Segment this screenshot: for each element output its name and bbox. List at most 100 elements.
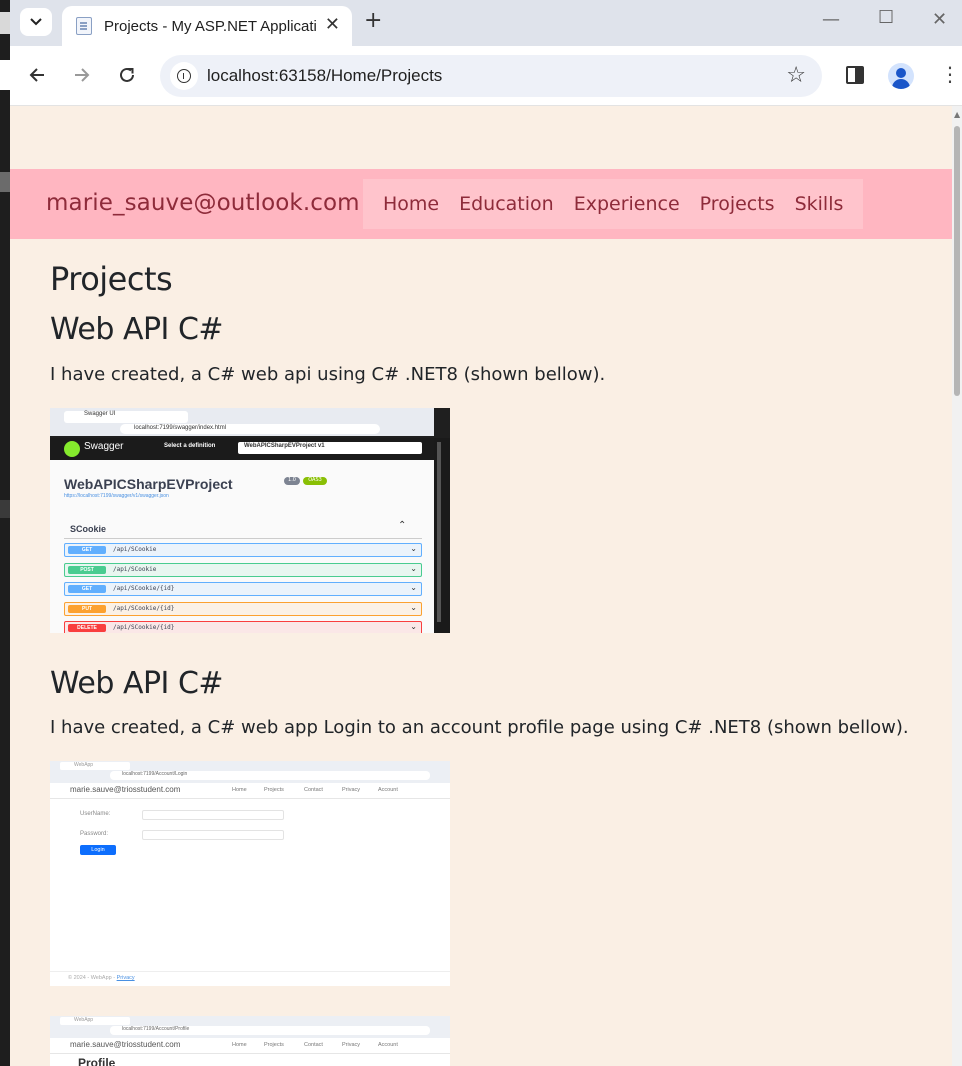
screenshot-nav-link: Privacy xyxy=(342,787,361,793)
http-method-badge: DELETE xyxy=(68,624,106,632)
http-method-badge: GET xyxy=(68,585,106,593)
bookmark-star-icon[interactable]: ☆ xyxy=(786,63,806,88)
nav-link-home[interactable]: Home xyxy=(383,193,439,215)
profile-avatar-icon[interactable] xyxy=(888,63,914,89)
back-icon[interactable] xyxy=(28,66,46,84)
swagger-header: Swagger Select a definition WebAPICSharp… xyxy=(50,438,434,460)
swagger-operation-row: POST/api/SCookie ⌄ xyxy=(64,562,422,577)
screenshot-footer: © 2024 - WebApp - Privacy xyxy=(50,971,450,986)
site-info-icon[interactable] xyxy=(170,62,198,90)
nav-links: Home Education Experience Projects Skill… xyxy=(363,179,864,229)
screenshot-nav-link: Contact xyxy=(304,787,323,793)
profile-title: Profile xyxy=(78,1056,116,1066)
scrollbar-thumb[interactable] xyxy=(954,126,960,396)
http-method-badge: POST xyxy=(68,565,106,574)
screenshot-browser-bar: WebApp localhost:7199/Account/Profile xyxy=(50,1016,450,1038)
chevron-up-icon: ⌃ xyxy=(398,520,407,531)
chevron-down-icon: ⌄ xyxy=(410,602,417,612)
oas-badge: OAS3 xyxy=(303,477,327,485)
address-url[interactable]: localhost:63158/Home/Projects xyxy=(207,66,442,86)
background-app-strip xyxy=(0,0,10,1066)
screenshot-nav-link: Account xyxy=(378,787,398,793)
address-bar[interactable]: localhost:63158/Home/Projects ☆ xyxy=(160,55,822,97)
password-label: Password: xyxy=(80,831,109,837)
chevron-down-icon: ⌄ xyxy=(410,583,417,592)
browser-window: Projects - My ASP.NET Application ✕ + — … xyxy=(10,0,962,1066)
background-app-fragment xyxy=(0,172,10,192)
definition-select: WebAPICSharpEVProject v1 xyxy=(244,443,325,449)
page-favicon xyxy=(76,17,92,35)
site-navbar: marie_sauve@outlook.com Home Education E… xyxy=(10,169,952,239)
swagger-operation-row: GET/api/SCookie ⌄ xyxy=(64,543,422,557)
project-heading: Web API C# xyxy=(50,666,224,701)
screenshot-brand: marie.sauve@triosstudent.com xyxy=(70,1040,181,1049)
login-screenshot: WebApp localhost:7199/Account/Login mari… xyxy=(50,761,450,986)
screenshot-tab-title: WebApp xyxy=(60,1017,130,1025)
screenshot-nav-link: Privacy xyxy=(342,1042,361,1048)
swagger-screenshot: Swagger UI localhost:7199/swagger/index.… xyxy=(50,408,450,633)
swagger-logo-icon xyxy=(64,441,80,457)
screenshot-nav-link: Projects xyxy=(264,787,284,793)
new-tab-icon[interactable]: + xyxy=(364,10,382,32)
page-scrollbar[interactable]: ▲ xyxy=(952,106,962,1066)
tab-strip: Projects - My ASP.NET Application ✕ + — … xyxy=(10,0,962,46)
forward-icon[interactable] xyxy=(73,66,91,84)
http-method-badge: PUT xyxy=(68,604,106,613)
project-description: I have created, a C# web app Login to an… xyxy=(50,717,909,738)
menu-kebab-icon[interactable]: ⋮ xyxy=(940,64,960,84)
screenshot-url: localhost:7199/Account/Profile xyxy=(122,1026,190,1032)
page-viewport: marie_sauve@outlook.com Home Education E… xyxy=(10,106,952,1066)
definition-label: Select a definition xyxy=(164,443,216,449)
username-field xyxy=(142,810,284,820)
screenshot-url: localhost:7199/Account/Login xyxy=(122,771,188,777)
tab-title: Projects - My ASP.NET Application xyxy=(104,17,316,35)
http-method-badge: GET xyxy=(68,546,106,554)
background-app-fragment xyxy=(0,12,10,34)
tag-name: SCookie xyxy=(70,524,107,534)
chevron-down-icon: ⌄ xyxy=(410,622,417,631)
nav-link-experience[interactable]: Experience xyxy=(574,193,680,215)
chevron-down-icon: ⌄ xyxy=(410,563,417,573)
username-label: UserName: xyxy=(80,811,111,817)
active-tab[interactable]: Projects - My ASP.NET Application ✕ xyxy=(62,6,352,46)
api-title: WebAPICSharpEVProject xyxy=(64,476,233,492)
scroll-up-icon[interactable]: ▲ xyxy=(954,110,960,119)
screenshot-tab-title: Swagger UI xyxy=(84,411,116,417)
spec-link: https://localhost:7199/swagger/v1/swagge… xyxy=(64,493,169,499)
nav-link-skills[interactable]: Skills xyxy=(795,193,844,215)
project-description: I have created, a C# web api using C# .N… xyxy=(50,364,606,385)
screenshot-browser-bar: WebApp localhost:7199/Account/Login xyxy=(50,761,450,783)
password-field xyxy=(142,830,284,840)
swagger-operation-row: DELETE/api/SCookie/{id} ⌄ xyxy=(64,621,422,633)
endpoint-path: /api/SCookie/{id} xyxy=(113,585,175,592)
window-close-icon[interactable]: ✕ xyxy=(932,10,947,30)
screenshot-nav-link: Contact xyxy=(304,1042,323,1048)
minimize-icon[interactable]: — xyxy=(822,10,840,30)
screenshot-navbar: marie.sauve@triosstudent.com Home Projec… xyxy=(50,783,450,799)
login-button: Login xyxy=(80,845,116,855)
screenshot-nav-link: Home xyxy=(232,787,247,793)
chevron-down-icon: ⌄ xyxy=(410,544,417,553)
swagger-body: WebAPICSharpEVProject 1.0 OAS3 https://l… xyxy=(50,460,434,633)
nav-link-projects[interactable]: Projects xyxy=(700,193,775,215)
tab-search-button[interactable] xyxy=(20,8,52,36)
close-icon[interactable]: ✕ xyxy=(325,16,340,34)
side-panel-icon[interactable] xyxy=(846,66,864,84)
page-title: Projects xyxy=(50,260,173,298)
project-heading: Web API C# xyxy=(50,312,224,347)
nav-link-education[interactable]: Education xyxy=(459,193,554,215)
maximize-icon[interactable]: ☐ xyxy=(878,8,894,28)
endpoint-path: /api/SCookie xyxy=(113,546,157,553)
browser-toolbar: localhost:63158/Home/Projects ☆ ⋮ xyxy=(10,46,962,106)
reload-icon[interactable] xyxy=(118,66,136,84)
screenshot-nav-link: Projects xyxy=(264,1042,284,1048)
background-app-fragment xyxy=(0,500,10,518)
swagger-logo-text: Swagger xyxy=(84,441,124,452)
background-app-fragment xyxy=(0,60,10,90)
screenshot-navbar: marie.sauve@triosstudent.com Home Projec… xyxy=(50,1038,450,1054)
version-badge: 1.0 xyxy=(284,477,300,485)
screenshot-brand: marie.sauve@triosstudent.com xyxy=(70,785,181,794)
endpoint-path: /api/SCookie xyxy=(113,565,157,573)
site-brand[interactable]: marie_sauve@outlook.com xyxy=(46,190,360,216)
endpoint-path: /api/SCookie/{id} xyxy=(113,604,175,612)
